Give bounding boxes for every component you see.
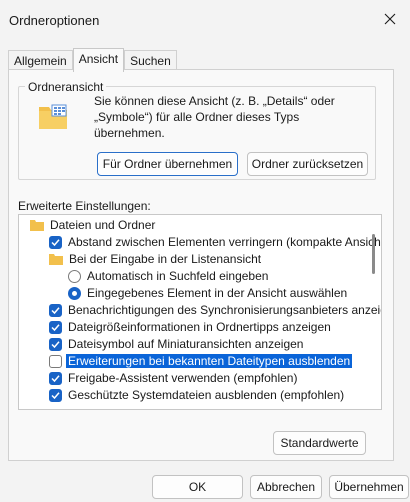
checkmark-icon — [51, 374, 60, 382]
radio-selected[interactable] — [68, 286, 81, 300]
tree-folder-item: Dateien und Ordner — [30, 217, 155, 233]
checkbox-checked[interactable] — [49, 320, 62, 334]
advanced-settings-label: Erweiterte Einstellungen: — [18, 199, 151, 213]
ok-button[interactable]: OK — [152, 475, 243, 499]
list-item-label: Erweiterungen bei bekannten Dateitypen a… — [66, 354, 353, 368]
scrollbar-thumb[interactable] — [372, 234, 375, 274]
list-item[interactable]: Dateisymbol auf Miniaturansichten anzeig… — [49, 336, 303, 352]
list-item-label: Dateisymbol auf Miniaturansichten anzeig… — [68, 337, 304, 351]
apply-button[interactable]: Übernehmen — [329, 475, 409, 499]
list-item-label: Freigabe-Assistent verwenden (empfohlen) — [68, 371, 298, 385]
tree-folder-item: Bei der Eingabe in der Listenansicht — [49, 251, 261, 267]
description-line: „Symbole“) für alle Ordner dieses Typs ü… — [94, 110, 300, 140]
close-button[interactable] — [370, 0, 410, 38]
restore-defaults-button[interactable]: Standardwerte — [273, 431, 366, 455]
list-item[interactable]: Freigabe-Assistent verwenden (empfohlen) — [49, 370, 297, 386]
apply-to-folders-button[interactable]: Für Ordner übernehmen — [97, 152, 238, 176]
checkbox-checked[interactable] — [49, 337, 62, 351]
folder-view-group-title: Ordneransicht — [25, 80, 107, 94]
checkmark-icon — [51, 391, 60, 399]
folder-item-label: Dateien und Ordner — [50, 218, 156, 232]
list-item[interactable]: Dateigrößeinformationen in Ordnertipps a… — [49, 319, 331, 335]
list-item-label: Geschützte Systemdateien ausblenden (emp… — [68, 388, 345, 402]
list-item-label: Benachrichtigungen des Synchronisierungs… — [68, 303, 382, 317]
folder-item-label: Bei der Eingabe in der Listenansicht — [69, 252, 262, 266]
list-item[interactable]: Abstand zwischen Elementen verringern (k… — [49, 234, 382, 250]
window-title: Ordneroptionen — [9, 13, 100, 28]
list-item-selected[interactable]: Erweiterungen bei bekannten Dateitypen a… — [49, 353, 353, 369]
tab-suchen[interactable]: Suchen — [124, 50, 177, 71]
reset-folders-button[interactable]: Ordner zurücksetzen — [247, 152, 368, 176]
close-icon — [384, 13, 396, 25]
checkmark-icon — [51, 323, 60, 331]
checkmark-icon — [51, 306, 60, 314]
list-item-label: Eingegebenes Element in der Ansicht ausw… — [87, 286, 348, 300]
list-item[interactable]: Automatisch in Suchfeld eingeben — [68, 268, 268, 284]
folder-icon — [30, 220, 44, 231]
folder-view-icon — [39, 104, 67, 129]
tab-strip: Allgemein Ansicht Suchen — [8, 48, 177, 72]
checkbox-checked[interactable] — [49, 235, 62, 249]
checkbox-checked[interactable] — [49, 388, 62, 402]
title-bar: Ordneroptionen — [0, 0, 410, 40]
folder-icon — [49, 254, 63, 265]
checkbox-checked[interactable] — [49, 371, 62, 385]
list-item[interactable]: Benachrichtigungen des Synchronisierungs… — [49, 302, 382, 318]
checkbox-checked[interactable] — [49, 303, 62, 317]
radio-unselected[interactable] — [68, 269, 81, 283]
list-item-label: Automatisch in Suchfeld eingeben — [87, 269, 269, 283]
folder-view-description: Sie können diese Ansicht (z. B. „Details… — [94, 93, 364, 141]
list-item-label: Dateigrößeinformationen in Ordnertipps a… — [68, 320, 331, 334]
checkmark-icon — [51, 340, 60, 348]
tab-ansicht[interactable]: Ansicht — [72, 48, 125, 72]
checkmark-icon — [51, 238, 60, 246]
advanced-settings-list[interactable]: Dateien und Ordner Abstand zwischen Elem… — [18, 214, 382, 410]
tab-allgemein[interactable]: Allgemein — [8, 50, 73, 71]
list-item[interactable]: Geschützte Systemdateien ausblenden (emp… — [49, 387, 344, 403]
list-item[interactable]: Eingegebenes Element in der Ansicht ausw… — [68, 285, 347, 301]
list-item-label: Abstand zwischen Elementen verringern (k… — [68, 235, 382, 249]
checkbox-unchecked[interactable] — [49, 354, 62, 368]
description-line: Sie können diese Ansicht (z. B. „Details… — [94, 94, 335, 108]
cancel-button[interactable]: Abbrechen — [250, 475, 322, 499]
